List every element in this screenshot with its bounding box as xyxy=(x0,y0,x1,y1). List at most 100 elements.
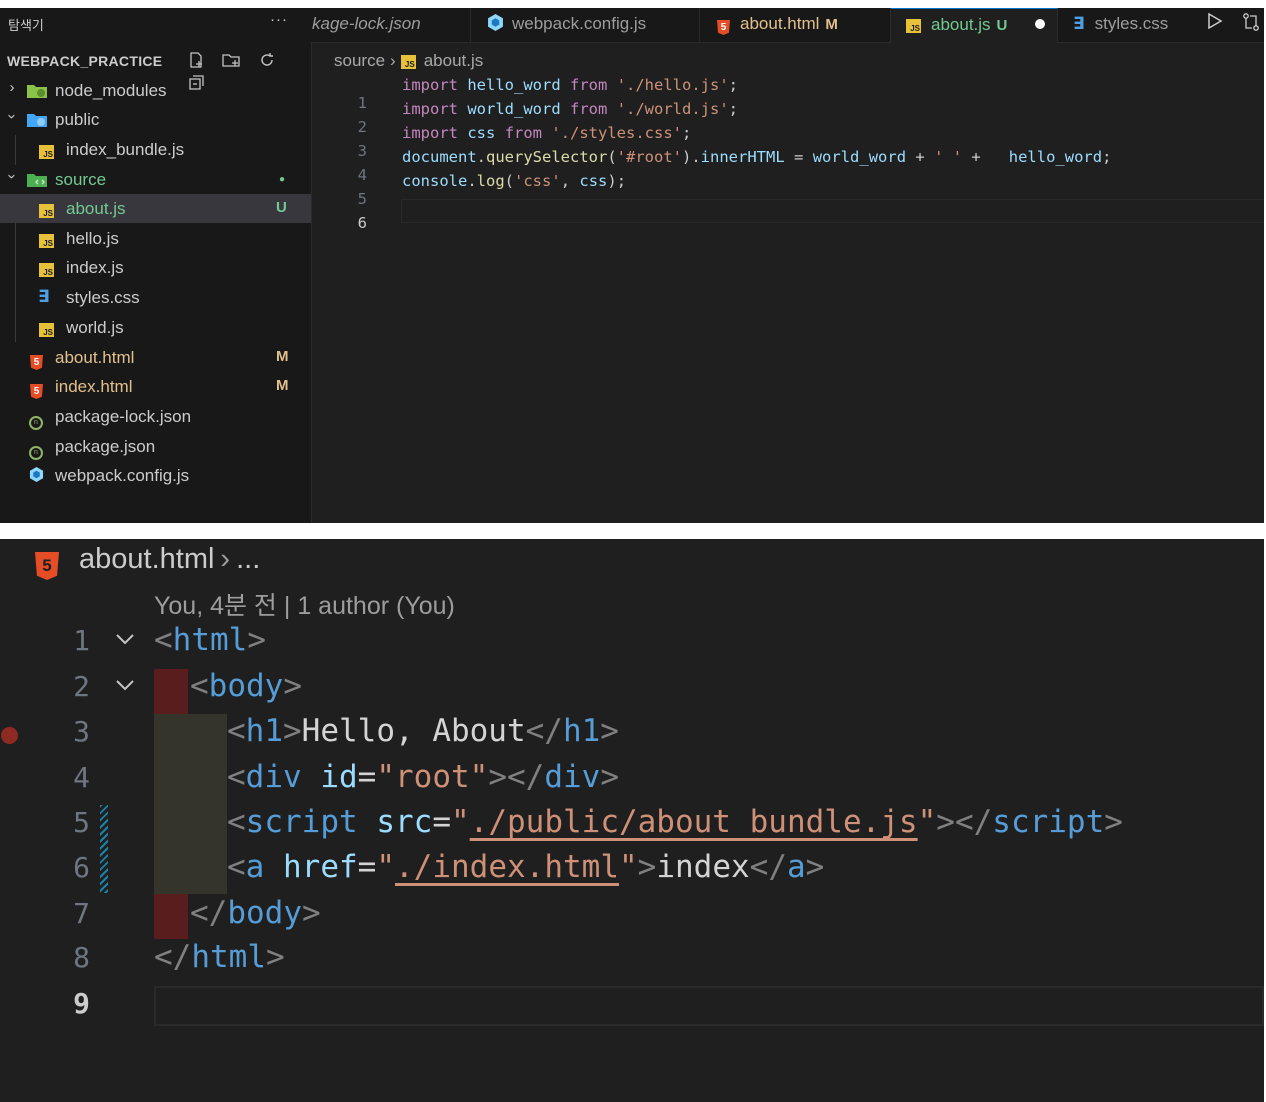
project-root[interactable]: WEBPACK_PRACTICE xyxy=(0,48,311,90)
tab-label: about.js xyxy=(931,15,991,34)
code-text: console.log('css', css); xyxy=(402,172,627,190)
tree-item-label: styles.css xyxy=(66,288,140,307)
tab-styles-css[interactable]: ∃ styles.css xyxy=(1058,8,1193,42)
code-line: 3 <h1>Hello, About</h1> xyxy=(0,711,1264,757)
js-file-icon: JS xyxy=(39,201,54,221)
refresh-icon[interactable] xyxy=(256,51,278,74)
html-file-icon: 5 xyxy=(30,379,43,399)
js-file-icon: JS xyxy=(39,260,54,280)
code-line: 4 document.querySelector('#root').innerH… xyxy=(311,148,1264,184)
code-text: </body> xyxy=(190,895,321,931)
line-number: 5 xyxy=(73,806,90,839)
html-file-icon: 5 xyxy=(30,350,43,370)
tree-item-label: public xyxy=(55,110,100,129)
explorer-title: 탐색기 xyxy=(8,18,44,33)
code-line: 5 <script src="./public/about_bundle.js"… xyxy=(0,802,1264,848)
tree-file-webpack-config[interactable]: webpack.config.js xyxy=(0,461,311,490)
tree-folder-node-modules[interactable]: › node_modules xyxy=(0,76,311,105)
tab-label: about.html xyxy=(740,14,820,33)
tree-item-label: package-lock.json xyxy=(55,407,192,426)
tree-file-index-bundle[interactable]: JS index_bundle.js xyxy=(0,135,311,164)
tab-about-js[interactable]: JS about.js U xyxy=(891,8,1058,43)
breadcrumb: 5 about.html ›... xyxy=(35,543,260,580)
breadcrumb-more[interactable]: ... xyxy=(236,543,260,575)
line-number: 4 xyxy=(73,761,90,794)
fold-chevron-down-icon[interactable] xyxy=(112,672,138,704)
code-line: 6 xyxy=(311,196,1264,232)
breadcrumb-file[interactable]: about.js xyxy=(424,51,484,70)
html-file-icon: 5 xyxy=(717,20,730,35)
project-name: WEBPACK_PRACTICE xyxy=(7,53,163,69)
tree-file-hello-js[interactable]: JS hello.js xyxy=(0,224,311,253)
tree-item-label: index.js xyxy=(66,258,124,277)
status-badge: M xyxy=(276,377,289,394)
code-line: 2 import world_word from './world.js'; xyxy=(311,100,1264,136)
tree-item-label: node_modules xyxy=(55,81,167,100)
code-text: import world_word from './world.js'; xyxy=(402,100,739,118)
code-line: 3 import css from './styles.css'; xyxy=(311,124,1264,160)
new-folder-icon[interactable] xyxy=(220,51,242,74)
line-number: 6 xyxy=(73,851,90,884)
code-text: <h1>Hello, About</h1> xyxy=(227,713,619,749)
source-control-compare-icon[interactable] xyxy=(1241,12,1261,37)
fold-chevron-down-icon[interactable] xyxy=(112,626,138,658)
status-badge: M xyxy=(276,348,289,365)
js-file-icon: JS xyxy=(39,231,54,251)
tab-badge: U xyxy=(996,17,1008,34)
tree-item-label: hello.js xyxy=(66,229,119,248)
tree-file-index-html[interactable]: 5 index.html M xyxy=(0,372,311,401)
tab-label: kage-lock.json xyxy=(312,14,421,33)
tab-label: styles.css xyxy=(1094,14,1169,33)
source-folder-icon xyxy=(27,172,47,192)
js-file-icon: JS xyxy=(39,142,54,162)
tree-item-label: package.json xyxy=(55,437,156,456)
tree-file-about-html[interactable]: 5 about.html M xyxy=(0,343,311,372)
status-dot: ● xyxy=(279,174,286,185)
line-number: 8 xyxy=(73,941,90,974)
code-line: 5 console.log('css', css); xyxy=(311,172,1264,208)
new-file-icon[interactable] xyxy=(185,51,207,74)
css-file-icon: ∃ xyxy=(38,287,50,306)
webpack-icon xyxy=(488,14,503,31)
js-file-icon: JS xyxy=(400,55,416,69)
code-text: import css from './styles.css'; xyxy=(402,124,692,142)
tree-folder-source[interactable]: › source ● xyxy=(0,165,311,194)
tab-package-lock[interactable]: kage-lock.json xyxy=(311,8,471,42)
tree-file-about-js[interactable]: JS about.js U xyxy=(0,194,311,223)
run-icon[interactable] xyxy=(1207,12,1223,35)
chevron-down-icon: › xyxy=(3,174,21,179)
chevron-down-icon: › xyxy=(3,114,21,119)
tree-file-package-lock[interactable]: n package-lock.json xyxy=(0,402,311,431)
breadcrumb-folder[interactable]: source xyxy=(334,51,385,70)
tree-item-label: index_bundle.js xyxy=(66,140,185,159)
breadcrumb-file[interactable]: about.html xyxy=(79,543,214,575)
npm-file-icon: n xyxy=(29,439,43,460)
code-line: 2 <body> xyxy=(0,666,1264,712)
tree-file-package-json[interactable]: n package.json xyxy=(0,432,311,461)
line-number: 2 xyxy=(73,670,90,703)
line-number: 9 xyxy=(73,987,90,1020)
code-line: 6 <a href="./index.html">index</a> xyxy=(0,847,1264,893)
editor-tabs: kage-lock.json webpack.config.js 5 about.… xyxy=(311,8,1264,43)
tree-item-label: about.js xyxy=(66,199,126,218)
code-line: 4 <div id="root"></div> xyxy=(0,757,1264,803)
git-blame-codelens[interactable]: You, 4분 전 | 1 author (You) xyxy=(154,586,455,622)
tree-folder-public[interactable]: › public xyxy=(0,105,311,134)
top-editor-window: 탐색기 ··· WEBPACK_PRACTICE › node_modules … xyxy=(0,8,1264,523)
line-number: 7 xyxy=(73,897,90,930)
tree-file-world-js[interactable]: JS world.js xyxy=(0,313,311,342)
unsaved-dot-icon[interactable] xyxy=(1035,19,1045,29)
explorer-sidebar: 탐색기 ··· WEBPACK_PRACTICE › node_modules … xyxy=(0,8,312,523)
tree-file-styles-css[interactable]: ∃ styles.css xyxy=(0,283,311,312)
html-file-icon: 5 xyxy=(35,552,59,580)
code-text: <script src="./public/about_bundle.js"><… xyxy=(227,804,1123,840)
tree-item-label: about.html xyxy=(55,348,135,367)
tab-badge: M xyxy=(825,16,838,33)
tree-file-index-js[interactable]: JS index.js xyxy=(0,253,311,282)
tab-about-html[interactable]: 5 about.html M xyxy=(700,8,891,42)
npm-file-icon: n xyxy=(29,409,43,430)
more-actions-icon[interactable]: ··· xyxy=(270,11,288,28)
bottom-editor-window: 5 about.html ›... You, 4분 전 | 1 author (Yo… xyxy=(0,539,1264,1102)
tab-webpack-config[interactable]: webpack.config.js xyxy=(471,8,700,42)
code-text: </html> xyxy=(154,939,285,975)
